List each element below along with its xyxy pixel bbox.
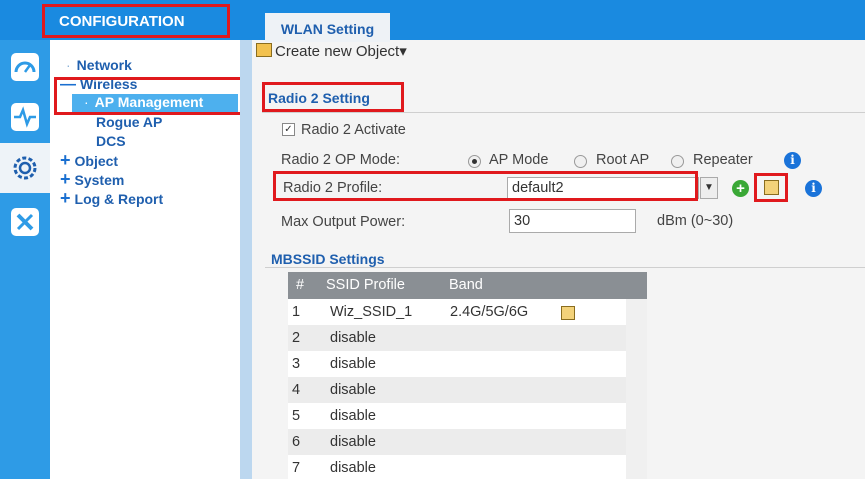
- power-unit-label: dBm (0~30): [657, 213, 734, 229]
- sidebar-item-rogue-ap[interactable]: Rogue AP: [96, 114, 162, 130]
- ap-mode-radio[interactable]: [468, 155, 481, 168]
- sidebar-item-object[interactable]: + Object: [60, 150, 118, 171]
- ap-mode-label: AP Mode: [489, 152, 549, 168]
- sidebar-item-system[interactable]: + System: [60, 169, 124, 190]
- col-band[interactable]: Band: [449, 272, 483, 299]
- op-mode-info-icon[interactable]: i: [784, 152, 801, 169]
- edit-ssid-icon[interactable]: [561, 306, 575, 320]
- col-number[interactable]: #: [296, 272, 304, 299]
- table-row[interactable]: 6 disable: [288, 429, 626, 455]
- configuration-gear-icon[interactable]: [0, 143, 50, 193]
- table-row[interactable]: 3 disable: [288, 351, 626, 377]
- op-mode-label: Radio 2 OP Mode:: [281, 152, 401, 168]
- table-row[interactable]: 4 disable: [288, 377, 626, 403]
- radio2-activate-label: Radio 2 Activate: [301, 122, 406, 138]
- table-scrollbar[interactable]: [626, 299, 647, 479]
- icon-nav-bar: [0, 40, 50, 479]
- sidebar-item-log-report[interactable]: + Log & Report: [60, 188, 163, 209]
- dashboard-icon[interactable]: [0, 42, 50, 92]
- root-ap-radio[interactable]: [574, 155, 587, 168]
- max-power-label: Max Output Power:: [281, 214, 406, 230]
- root-ap-label: Root AP: [596, 152, 650, 168]
- repeater-label: Repeater: [693, 152, 753, 168]
- max-power-input[interactable]: 30: [509, 209, 636, 233]
- tab-wlan-setting[interactable]: WLAN Setting: [265, 13, 390, 42]
- create-object-menu[interactable]: Create new Object▾: [256, 42, 407, 60]
- radio2-activate-checkbox[interactable]: ✓: [282, 123, 295, 136]
- section-divider: [262, 112, 865, 113]
- mbssid-divider: [265, 267, 865, 268]
- edit-profile-icon[interactable]: [764, 180, 779, 195]
- add-profile-icon[interactable]: +: [732, 180, 749, 197]
- mbssid-table: # SSID Profile Band 1 Wiz_SSID_1 2.4G/5G…: [288, 272, 647, 479]
- configuration-title: CONFIGURATION: [42, 4, 230, 38]
- repeater-radio[interactable]: [671, 155, 684, 168]
- profile-dropdown-chevron-icon[interactable]: ▼: [700, 177, 718, 199]
- create-object-icon: [256, 43, 272, 57]
- mbssid-section-title: MBSSID Settings: [271, 251, 385, 267]
- panel-divider[interactable]: [240, 40, 252, 479]
- table-row[interactable]: 7 disable: [288, 455, 626, 479]
- table-row[interactable]: 5 disable: [288, 403, 626, 429]
- wireless-highlight-box: [54, 77, 244, 115]
- sidebar-item-dcs[interactable]: DCS: [96, 133, 126, 149]
- table-header: # SSID Profile Band: [288, 272, 647, 299]
- monitor-icon[interactable]: [0, 92, 50, 142]
- sidebar-item-network[interactable]: · Network: [66, 57, 132, 73]
- table-row[interactable]: 2 disable: [288, 325, 626, 351]
- maintenance-tools-icon[interactable]: [0, 197, 50, 247]
- table-row[interactable]: 1 Wiz_SSID_1 2.4G/5G/6G: [288, 299, 626, 325]
- col-ssid-profile[interactable]: SSID Profile: [326, 272, 405, 299]
- profile-highlight-box: [273, 171, 698, 201]
- profile-info-icon[interactable]: i: [805, 180, 822, 197]
- radio2-title-highlight-box: [262, 82, 404, 112]
